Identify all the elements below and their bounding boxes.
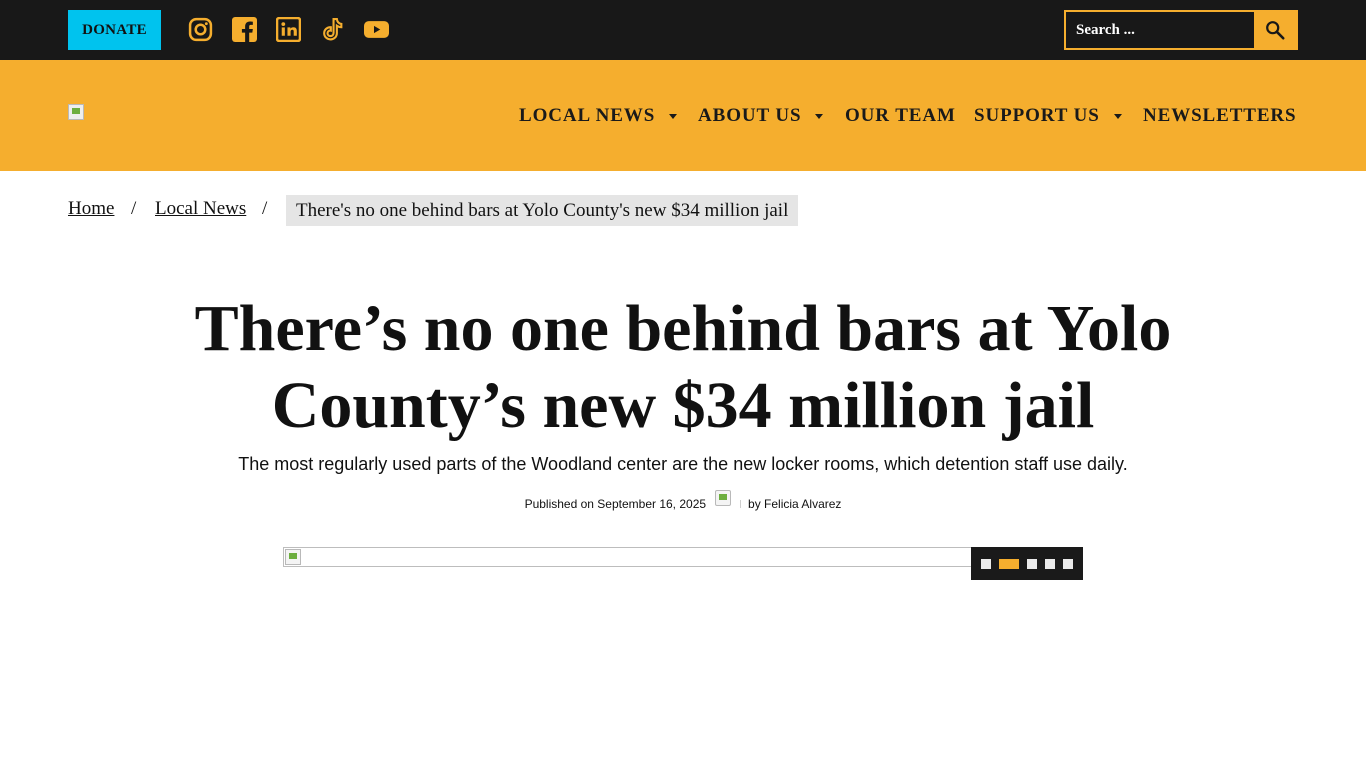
breadcrumb-local-news[interactable]: Local News [155,198,246,220]
slider-dot[interactable] [1027,558,1037,569]
chevron-down-icon [815,113,824,119]
slider-dot[interactable] [1045,558,1055,569]
nav-support-us[interactable]: SUPPORT US [974,104,1122,128]
nav-label: LOCAL NEWS [519,105,656,126]
nav-newsletters[interactable]: NEWSLETTERS [1143,104,1297,128]
breadcrumb-separator: / [131,198,137,219]
nav-label: OUR TEAM [845,105,956,126]
search-form [1064,10,1298,50]
nav-our-team[interactable]: OUR TEAM [845,104,956,128]
article-title: There’s no one behind bars at Yolo Count… [194,292,1172,442]
nav-about-us[interactable]: ABOUT US [698,104,824,128]
search-button[interactable] [1254,12,1296,48]
author-avatar [715,490,742,518]
facebook-icon[interactable] [232,17,257,42]
slider-pagination [971,547,1083,580]
search-input[interactable] [1066,12,1256,48]
nav-label: ABOUT US [698,105,802,126]
slider-dot[interactable] [1063,558,1073,569]
nav-local-news[interactable]: LOCAL NEWS [519,104,678,128]
donate-button[interactable]: DONATE [68,10,161,50]
breadcrumb-home[interactable]: Home [68,198,114,220]
top-bar: DONATE [0,0,1366,60]
nav-label: NEWSLETTERS [1143,105,1297,126]
slider-dot-active[interactable] [999,558,1019,569]
breadcrumb-separator: / [262,198,268,219]
linkedin-icon[interactable] [276,17,301,42]
featured-image [283,547,1083,567]
magnifier-icon [1266,21,1285,40]
publish-date: Published on September 16, 2025 [524,497,707,511]
youtube-icon[interactable] [364,17,389,42]
slider-dot[interactable] [981,558,991,569]
author-byline[interactable]: by Felicia Alvarez [748,497,841,511]
chevron-down-icon [669,113,678,119]
chevron-down-icon [1113,113,1122,119]
article-meta: Published on September 16, 2025 by Felic… [0,490,1366,518]
article-subtitle: The most regularly used parts of the Woo… [238,454,1128,474]
instagram-icon[interactable] [188,17,213,42]
nav-label: SUPPORT US [974,105,1100,126]
site-logo[interactable] [68,104,84,120]
site-header: LOCAL NEWS ABOUT US OUR TEAM SUPPORT US … [0,60,1366,171]
breadcrumb-current: There's no one behind bars at Yolo Count… [286,195,799,226]
tiktok-icon[interactable] [320,17,345,42]
